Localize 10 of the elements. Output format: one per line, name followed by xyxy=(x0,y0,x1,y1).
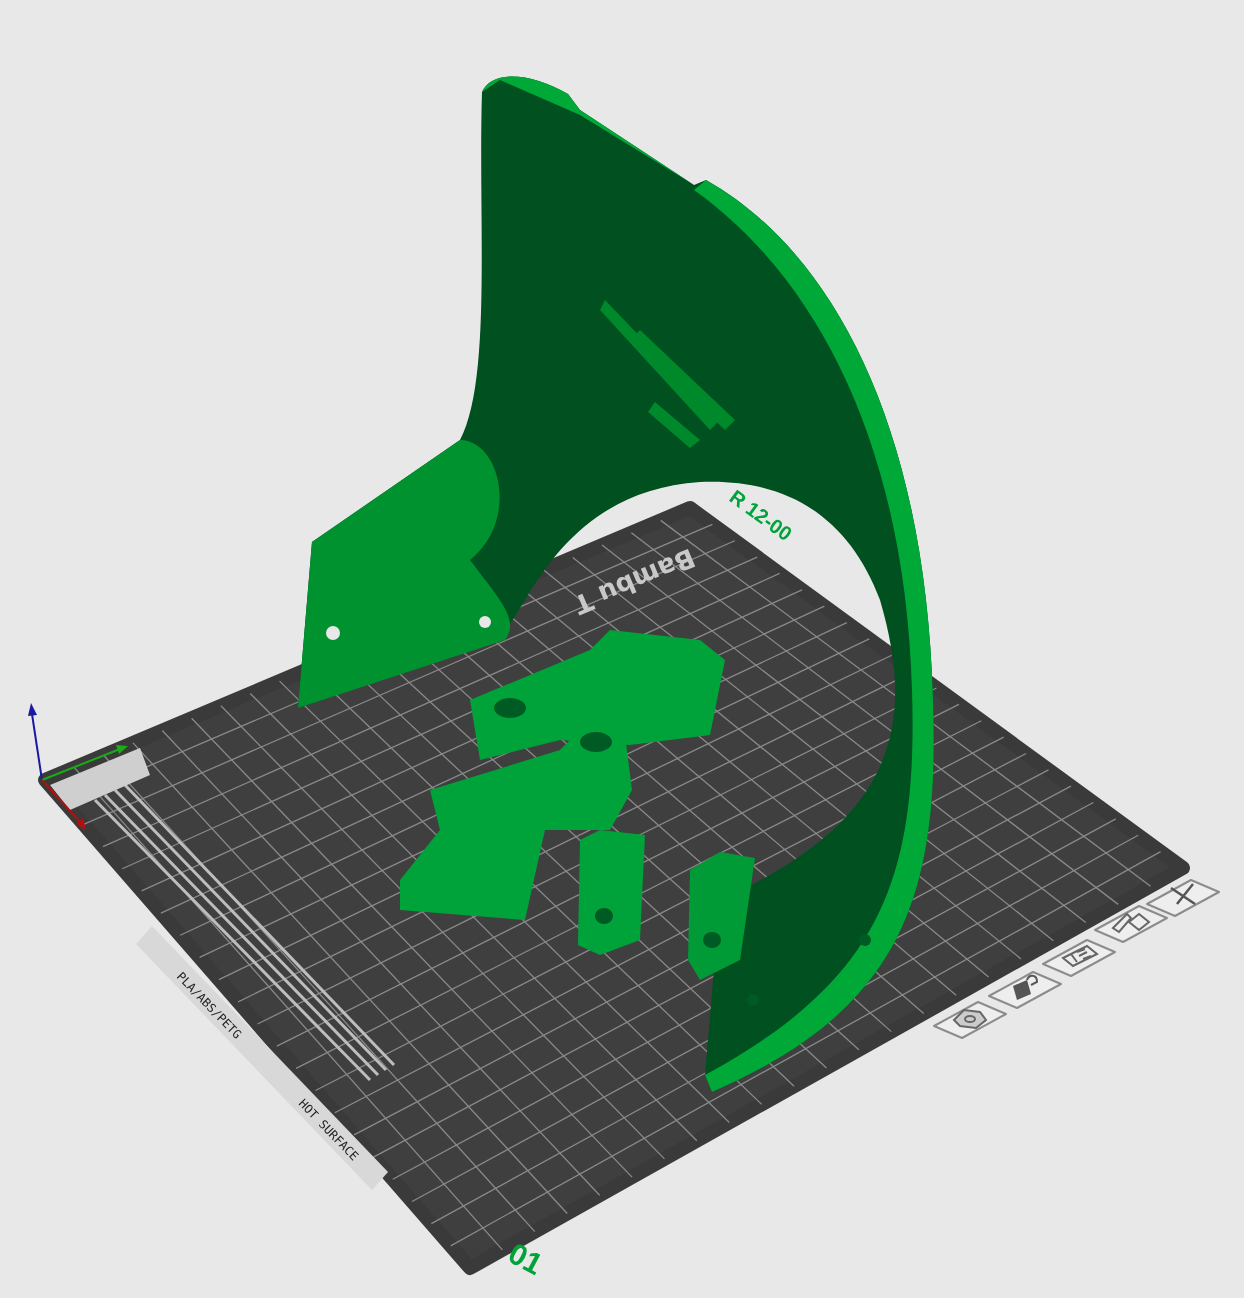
plate-toolbar-button[interactable] xyxy=(1094,905,1168,943)
hexagon-nut-icon xyxy=(952,1008,988,1030)
plate-toolbar-button[interactable] xyxy=(933,1001,1007,1039)
close-icon xyxy=(1169,882,1197,906)
folder-icon xyxy=(1111,912,1151,934)
plate-toolbar-button[interactable] xyxy=(988,971,1062,1009)
close-button[interactable] xyxy=(1146,879,1220,917)
lock-icon xyxy=(1013,974,1038,1000)
layout-icon xyxy=(1061,944,1099,968)
plate-toolbar-button[interactable] xyxy=(1042,939,1116,977)
